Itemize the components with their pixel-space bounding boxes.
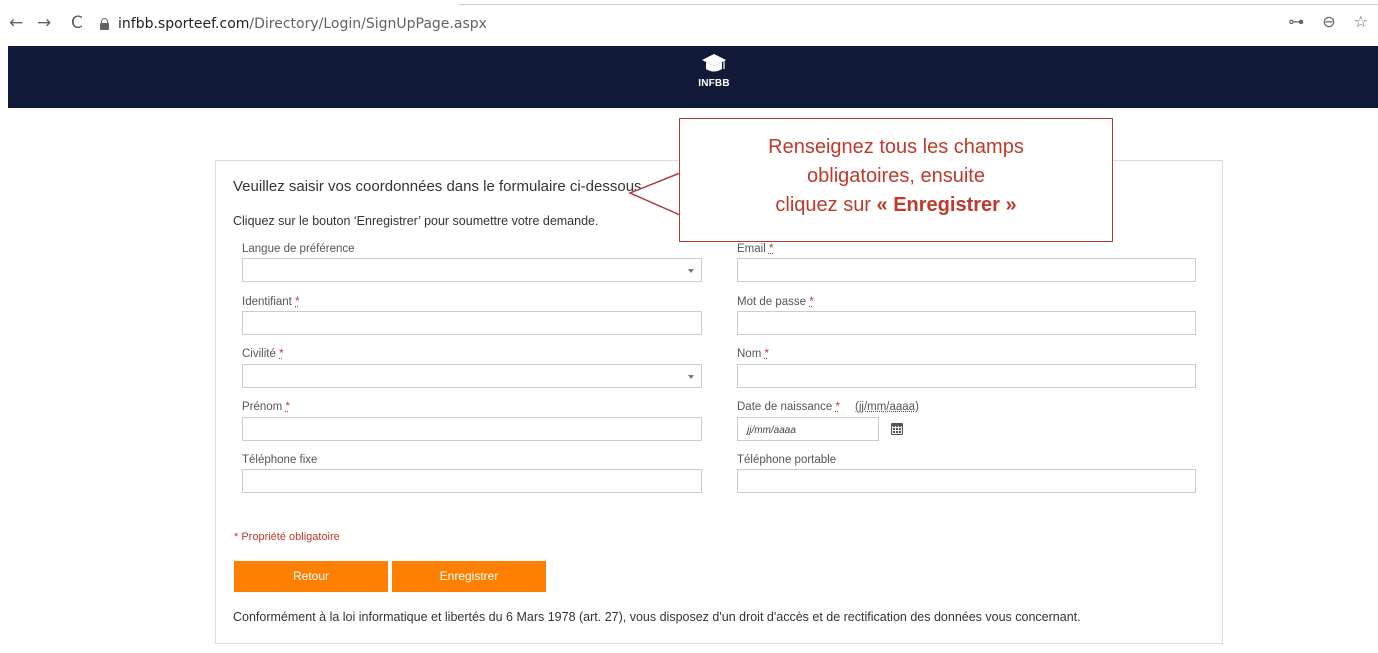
browser-toolbar: ← → C infbb.sporteef.com/Directory/Login…	[0, 0, 1378, 46]
date-naissance-field[interactable]: jj/mm/aaaa	[737, 417, 879, 441]
label-langue: Langue de préférence	[242, 243, 355, 255]
tel-portable-field[interactable]	[737, 469, 1196, 493]
legal-notice: Conformément à la loi informatique et li…	[233, 610, 1081, 624]
identifiant-field[interactable]	[242, 311, 702, 335]
label-nom: Nom *	[737, 348, 769, 360]
label-tel-fixe: Téléphone fixe	[242, 454, 318, 466]
nom-field[interactable]	[737, 364, 1196, 388]
email-field[interactable]	[737, 258, 1196, 282]
tab-strip-edge	[458, 4, 1378, 5]
label-date-naissance: Date de naissance *	[737, 401, 840, 413]
label-tel-portable: Téléphone portable	[737, 454, 837, 466]
toolbar-right-icons: ⊶ ⊖ ☆	[1288, 12, 1368, 31]
label-email: Email *	[737, 243, 774, 255]
required-note: * Propriété obligatoire	[234, 531, 340, 543]
date-format-hint: (jj/mm/aaaa)	[855, 401, 919, 413]
label-civilite: Civilité *	[242, 348, 284, 360]
enregistrer-button[interactable]: Enregistrer	[392, 561, 546, 592]
url-text[interactable]: infbb.sporteef.com/Directory/Login/SignU…	[118, 16, 487, 32]
star-icon[interactable]: ☆	[1354, 12, 1368, 31]
callout-line-3: cliquez sur « Enregistrer »	[775, 194, 1017, 216]
form-subtitle: Cliquez sur le bouton ‘Enregistrer’ pour…	[233, 214, 599, 228]
graduation-cap-icon	[702, 54, 726, 72]
logo-text: INFBB	[698, 78, 730, 89]
label-prenom: Prénom *	[242, 401, 290, 413]
langue-select[interactable]	[242, 258, 702, 282]
infbb-logo[interactable]: INFBB	[689, 52, 739, 102]
label-mot-de-passe: Mot de passe *	[737, 296, 814, 308]
back-icon[interactable]: ←	[9, 13, 23, 33]
reload-icon[interactable]: C	[71, 13, 83, 33]
password-field[interactable]	[737, 311, 1196, 335]
forward-icon[interactable]: →	[37, 13, 51, 33]
form-intro: Veuillez saisir vos coordonnées dans le …	[233, 178, 646, 195]
instruction-callout: Renseignez tous les champs obligatoires,…	[679, 118, 1113, 242]
callout-line-2: obligatoires, ensuite	[807, 165, 985, 187]
retour-button[interactable]: Retour	[234, 561, 388, 592]
address-bar[interactable]: infbb.sporteef.com/Directory/Login/SignU…	[100, 14, 487, 34]
callout-line-1: Renseignez tous les champs	[768, 136, 1024, 158]
prenom-field[interactable]	[242, 417, 702, 441]
calendar-icon[interactable]	[891, 423, 903, 435]
civilite-select[interactable]	[242, 364, 702, 388]
tel-fixe-field[interactable]	[242, 469, 702, 493]
zoom-icon[interactable]: ⊖	[1322, 12, 1335, 31]
lock-icon	[100, 18, 109, 30]
key-icon[interactable]: ⊶	[1288, 12, 1304, 31]
label-identifiant: Identifiant *	[242, 296, 300, 308]
